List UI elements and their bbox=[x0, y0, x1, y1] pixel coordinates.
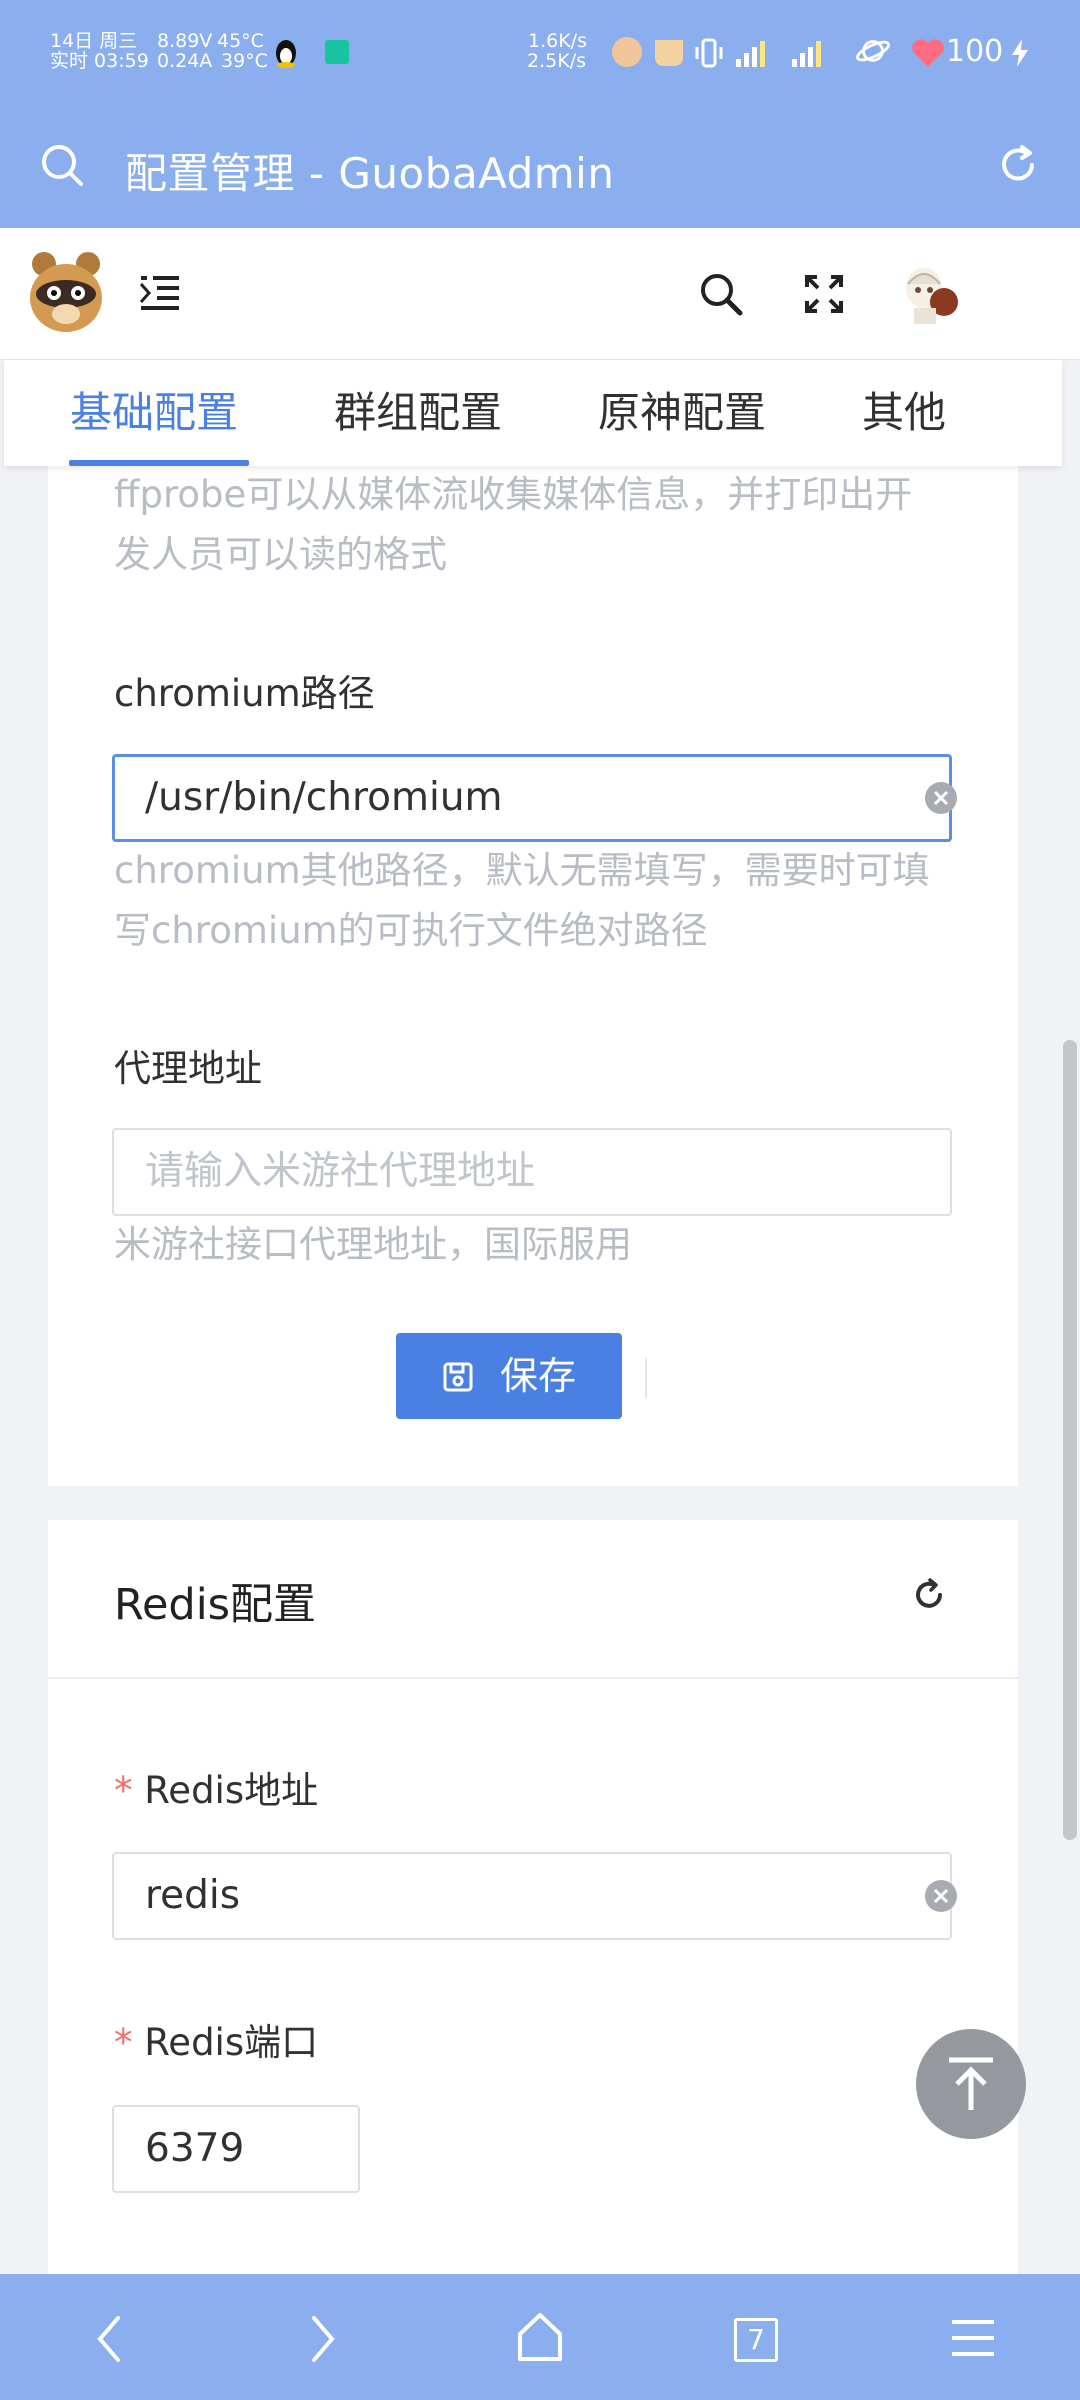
status-temp1: 45°C bbox=[217, 30, 264, 52]
status-time: 实时 03:59 bbox=[50, 50, 149, 72]
tab-genshin[interactable]: 原神配置 bbox=[598, 360, 766, 466]
tab-active-indicator bbox=[69, 460, 249, 466]
clear-icon[interactable] bbox=[924, 781, 958, 815]
required-mark: * bbox=[114, 2021, 133, 2064]
net-up: 1.6K/s bbox=[528, 30, 587, 52]
chromium-help-line2: 写chromium的可执行文件绝对路径 bbox=[114, 909, 708, 952]
redis-host-label-text: Redis地址 bbox=[144, 1769, 319, 1812]
tab-other[interactable]: 其他 bbox=[862, 360, 946, 466]
back-icon[interactable] bbox=[94, 2314, 124, 2364]
chromium-help-line1: chromium其他路径，默认无需填写，需要时可填 bbox=[114, 849, 930, 892]
ffprobe-help-line1: ffprobe可以从媒体流收集媒体信息，并打印出开 bbox=[114, 473, 913, 516]
redis-port-label-text: Redis端口 bbox=[144, 2021, 319, 2064]
redis-host-input[interactable]: redis bbox=[112, 1852, 957, 1940]
status-current: 0.24A bbox=[157, 50, 213, 72]
signal-icon-1 bbox=[736, 41, 765, 67]
back-to-top-button[interactable] bbox=[916, 2029, 1026, 2139]
header-search-icon[interactable] bbox=[698, 271, 744, 317]
browser-top-bar: 14日 周三 实时 03:59 8.89V 0.24A 45°C 39°C 1.… bbox=[0, 0, 1080, 228]
basic-config-card: ffprobe可以从媒体流收集媒体信息，并打印出开 发人员可以读的格式 chro… bbox=[48, 420, 1018, 1486]
save-button[interactable]: 保存 bbox=[396, 1333, 622, 1419]
net-down: 2.5K/s bbox=[527, 50, 586, 72]
redis-host-label: * Redis地址 bbox=[114, 1760, 318, 1814]
chromium-path-value: /usr/bin/chromium bbox=[145, 775, 503, 820]
menu-icon[interactable] bbox=[950, 2318, 996, 2358]
app-header bbox=[0, 228, 1080, 360]
qq-icon bbox=[276, 40, 296, 68]
scrollbar[interactable] bbox=[1063, 1040, 1077, 1840]
planet-icon bbox=[855, 40, 891, 62]
battery-level: 100 bbox=[946, 34, 1004, 69]
avatar-status-icon bbox=[612, 37, 642, 67]
app-notification-icon bbox=[325, 40, 349, 64]
proxy-help: 米游社接口代理地址，国际服用 bbox=[114, 1223, 632, 1266]
chromium-path-input[interactable]: /usr/bin/chromium bbox=[112, 754, 957, 842]
coffee-icon bbox=[655, 40, 683, 66]
signal-icon-2 bbox=[792, 41, 821, 67]
app-logo[interactable] bbox=[26, 248, 106, 334]
redis-config-card: Redis配置 * Redis地址 redis * Redis端口 6379 bbox=[48, 1520, 1018, 2280]
user-avatar[interactable] bbox=[898, 258, 964, 328]
fullscreen-icon[interactable] bbox=[803, 273, 845, 315]
card-header-divider bbox=[48, 1677, 1018, 1679]
redis-port-label: * Redis端口 bbox=[114, 2012, 318, 2066]
clear-icon[interactable] bbox=[924, 1879, 958, 1913]
arrow-up-icon bbox=[949, 2057, 993, 2110]
chromium-label: chromium路径 bbox=[114, 672, 375, 715]
required-mark: * bbox=[114, 1769, 133, 1812]
save-icon bbox=[443, 1362, 473, 1392]
config-tabs: 基础配置 群组配置 原神配置 其他 bbox=[4, 360, 1062, 466]
redis-port-input[interactable]: 6379 bbox=[112, 2105, 360, 2193]
browser-bottom-nav: 7 bbox=[0, 2274, 1080, 2400]
status-temp2: 39°C bbox=[221, 50, 268, 72]
status-date: 14日 周三 bbox=[50, 30, 138, 52]
proxy-address-input[interactable]: 请输入米游社代理地址 bbox=[112, 1128, 952, 1216]
home-icon[interactable] bbox=[517, 2312, 563, 2362]
tab-basic[interactable]: 基础配置 bbox=[70, 360, 238, 466]
menu-collapse-icon[interactable] bbox=[139, 274, 181, 312]
redis-port-value: 6379 bbox=[145, 2126, 245, 2171]
status-voltage: 8.89V bbox=[157, 30, 213, 52]
tabs-count: 7 bbox=[747, 2323, 765, 2356]
forward-icon[interactable] bbox=[308, 2314, 338, 2364]
search-icon[interactable] bbox=[40, 143, 84, 187]
reload-icon[interactable] bbox=[910, 1576, 948, 1614]
proxy-label: 代理地址 bbox=[114, 1047, 262, 1090]
proxy-placeholder: 请输入米游社代理地址 bbox=[145, 1149, 536, 1194]
battery-heart-icon bbox=[912, 39, 944, 67]
redis-host-value: redis bbox=[145, 1873, 241, 1918]
ffprobe-help-line2: 发人员可以读的格式 bbox=[114, 533, 447, 576]
page-title: 配置管理 - GuobaAdmin bbox=[125, 149, 615, 198]
charging-icon bbox=[1012, 39, 1028, 67]
vibrate-icon bbox=[695, 38, 723, 68]
divider bbox=[645, 1358, 647, 1398]
tab-group[interactable]: 群组配置 bbox=[334, 360, 502, 466]
redis-card-title: Redis配置 bbox=[114, 1580, 317, 1630]
refresh-icon[interactable] bbox=[996, 143, 1040, 187]
status-bar: 14日 周三 实时 03:59 8.89V 0.24A 45°C 39°C 1.… bbox=[0, 0, 1080, 100]
save-label: 保存 bbox=[500, 1354, 577, 1398]
tabs-count-button[interactable]: 7 bbox=[734, 2318, 778, 2362]
